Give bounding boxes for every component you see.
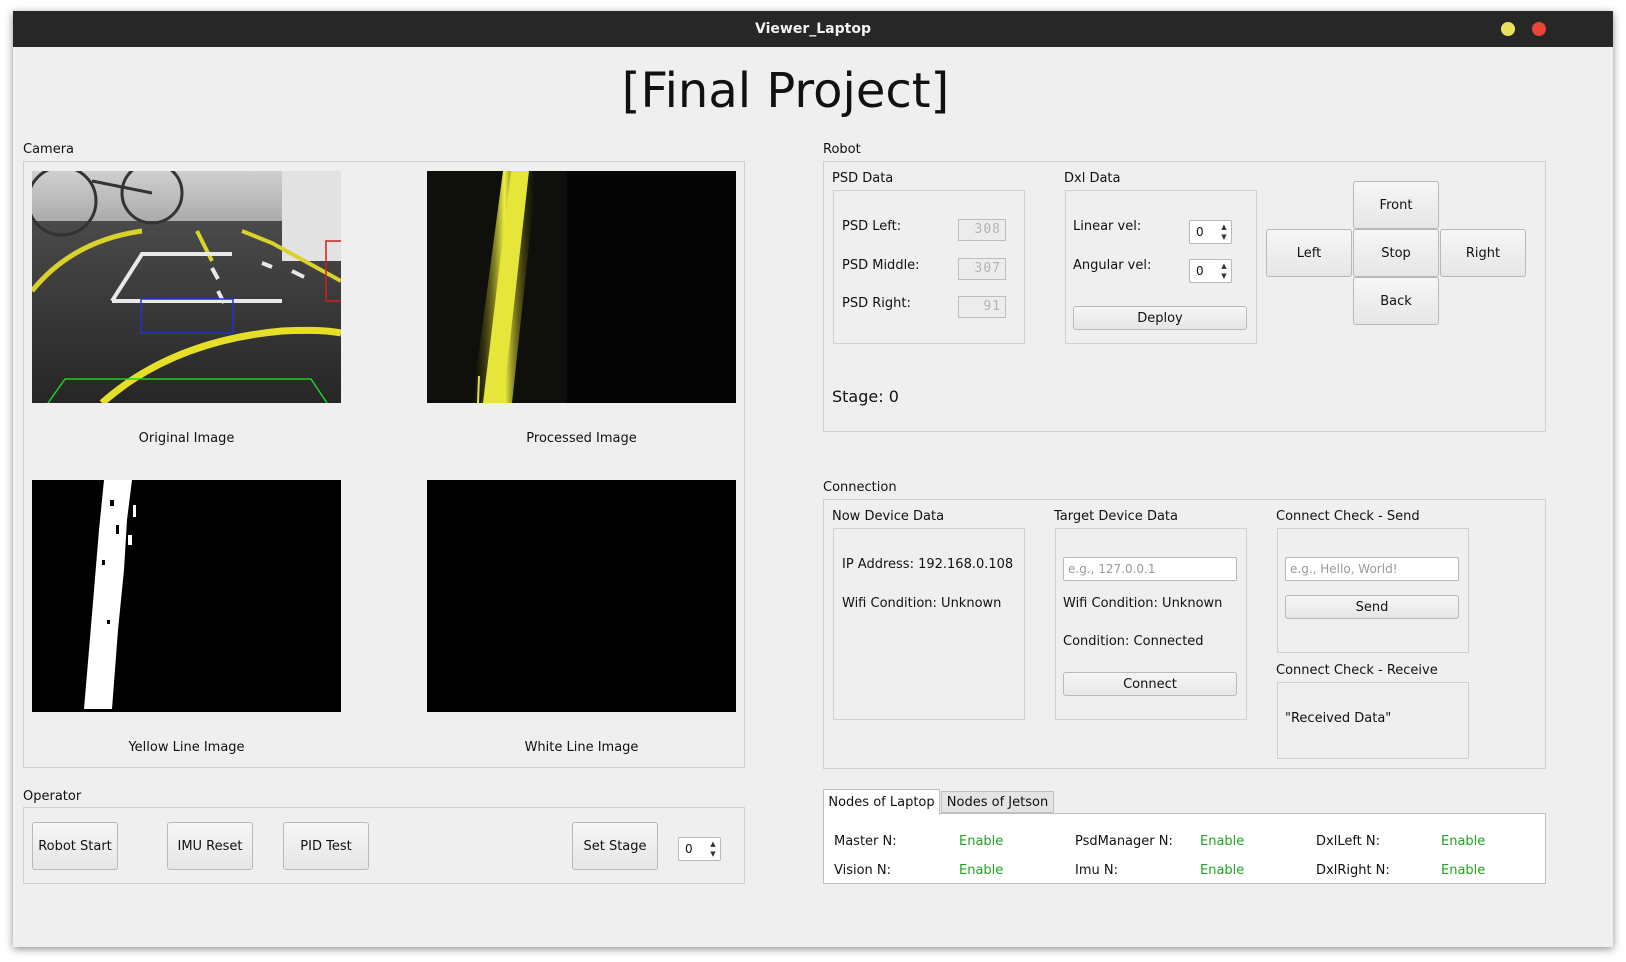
tab-nodes-of-laptop[interactable]: Nodes of Laptop [823, 789, 940, 815]
connect-receive-title: Connect Check - Receive [1276, 663, 1438, 678]
deploy-button[interactable]: Deploy [1073, 306, 1247, 330]
psd-middle-label: PSD Middle: [842, 258, 920, 273]
node-name: Vision N: [834, 863, 892, 878]
angular-vel-value: 0 [1196, 264, 1204, 278]
left-button[interactable]: Left [1266, 229, 1352, 277]
imu-reset-button[interactable]: IMU Reset [167, 822, 253, 870]
stage-spinbox[interactable]: 0 ▲ ▼ [678, 837, 721, 861]
node-status: Enable [1441, 834, 1486, 849]
processed-image [427, 171, 736, 403]
spin-up-icon[interactable]: ▲ [708, 840, 718, 849]
target-ip-input[interactable]: e.g., 127.0.0.1 [1063, 557, 1237, 581]
send-button[interactable]: Send [1285, 595, 1459, 619]
now-device-title: Now Device Data [832, 509, 945, 524]
app-window: Viewer_Laptop [Final Project] Camera Ori… [13, 11, 1613, 947]
operator-group-title: Operator [23, 789, 82, 804]
pid-test-button[interactable]: PID Test [283, 822, 369, 870]
linear-vel-spinbox[interactable]: 0 ▲ ▼ [1189, 220, 1232, 244]
nodes-panel [823, 813, 1546, 884]
node-name: Master N: [834, 834, 897, 849]
processed-image-caption: Processed Image [526, 431, 637, 446]
white-line-image-caption: White Line Image [524, 740, 639, 755]
node-status: Enable [1200, 834, 1245, 849]
set-stage-button[interactable]: Set Stage [572, 822, 658, 870]
node-name: Imu N: [1075, 863, 1118, 878]
spin-down-icon[interactable]: ▼ [1219, 272, 1229, 281]
send-message-input[interactable]: e.g., Hello, World! [1285, 557, 1459, 581]
angular-vel-label: Angular vel: [1073, 258, 1152, 273]
psd-left-display: 308 [958, 219, 1006, 241]
linear-vel-label: Linear vel: [1073, 219, 1142, 234]
dxl-data-title: Dxl Data [1064, 171, 1121, 186]
original-image-caption: Original Image [138, 431, 235, 446]
spin-down-icon[interactable]: ▼ [708, 850, 718, 859]
received-data-text: "Received Data" [1285, 711, 1392, 726]
white-line-image [427, 480, 736, 712]
camera-group-title: Camera [23, 142, 75, 157]
stop-button[interactable]: Stop [1353, 229, 1439, 277]
target-device-title: Target Device Data [1054, 509, 1178, 524]
target-wifi-condition: Wifi Condition: Unknown [1063, 596, 1223, 611]
node-name: DxlLeft N: [1316, 834, 1381, 849]
connection-group-title: Connection [823, 480, 897, 495]
right-button[interactable]: Right [1440, 229, 1526, 277]
node-status: Enable [959, 863, 1004, 878]
psd-right-label: PSD Right: [842, 296, 911, 311]
node-status: Enable [959, 834, 1004, 849]
robot-group-title: Robot [823, 142, 861, 157]
angular-vel-spinbox[interactable]: 0 ▲ ▼ [1189, 259, 1232, 283]
psd-right-display: 91 [958, 296, 1006, 318]
stage-text: Stage: 0 [832, 387, 899, 406]
title-bar: Viewer_Laptop [13, 11, 1613, 47]
now-wifi-condition: Wifi Condition: Unknown [842, 596, 1002, 611]
minimize-button[interactable] [1501, 22, 1515, 36]
close-button[interactable] [1532, 22, 1546, 36]
now-ip-address: IP Address: 192.168.0.108 [842, 557, 1014, 572]
connect-send-title: Connect Check - Send [1276, 509, 1420, 524]
psd-data-title: PSD Data [832, 171, 894, 186]
original-image [32, 171, 341, 403]
node-name: PsdManager N: [1075, 834, 1173, 849]
robot-start-button[interactable]: Robot Start [32, 822, 118, 870]
connect-send-group [1277, 528, 1469, 653]
tab-nodes-of-jetson[interactable]: Nodes of Jetson [941, 791, 1054, 813]
front-button[interactable]: Front [1353, 181, 1439, 229]
psd-middle-display: 307 [958, 258, 1006, 280]
node-status: Enable [1441, 863, 1486, 878]
connect-button[interactable]: Connect [1063, 672, 1237, 696]
back-button[interactable]: Back [1353, 277, 1439, 325]
target-condition: Condition: Connected [1063, 634, 1204, 649]
spin-up-icon[interactable]: ▲ [1219, 223, 1229, 232]
stage-spinbox-value: 0 [685, 842, 693, 856]
yellow-line-image-caption: Yellow Line Image [128, 740, 245, 755]
node-status: Enable [1200, 863, 1245, 878]
node-name: DxlRight N: [1316, 863, 1390, 878]
psd-left-label: PSD Left: [842, 219, 902, 234]
window-title: Viewer_Laptop [755, 21, 871, 37]
spin-down-icon[interactable]: ▼ [1219, 233, 1229, 242]
spin-up-icon[interactable]: ▲ [1219, 262, 1229, 271]
page-title: [Final Project] [621, 63, 950, 119]
yellow-line-image [32, 480, 341, 712]
linear-vel-value: 0 [1196, 225, 1204, 239]
